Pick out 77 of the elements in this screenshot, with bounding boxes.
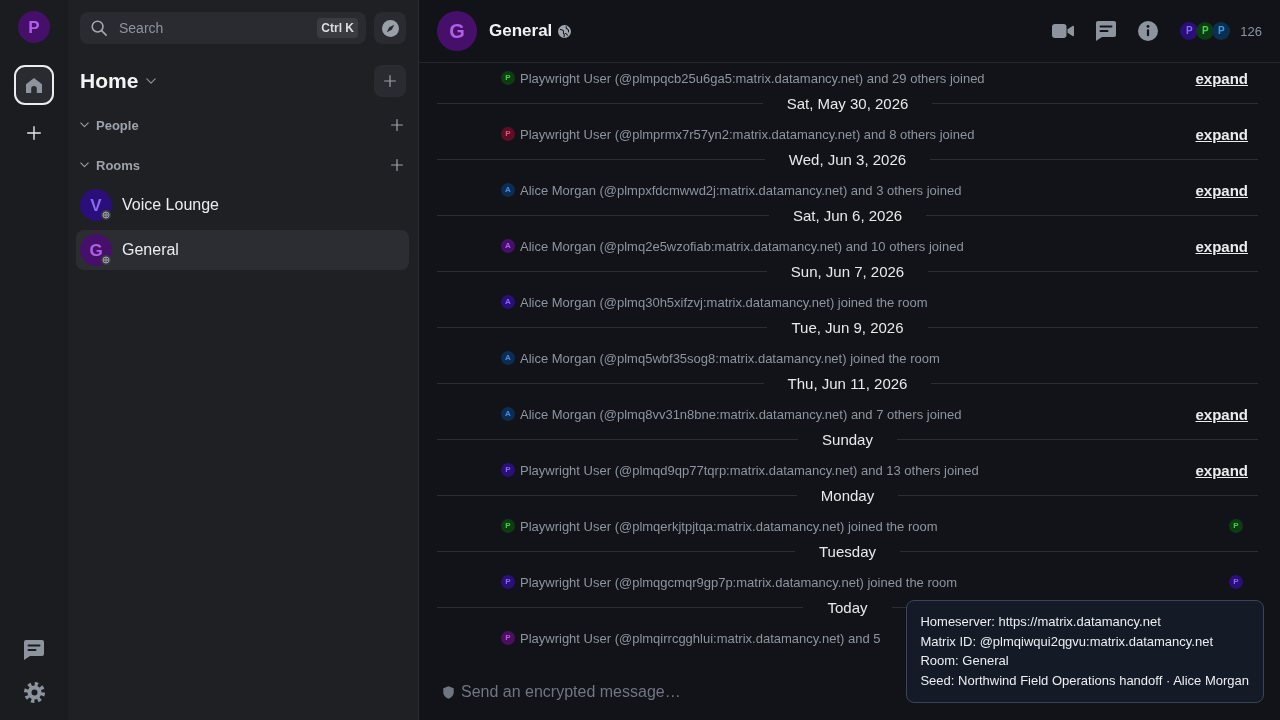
room-item[interactable]: V Voice Lounge xyxy=(76,185,409,225)
read-receipt-avatar: P xyxy=(1229,519,1243,533)
user-avatar: P xyxy=(501,575,515,589)
member-list-button[interactable]: P P P 126 xyxy=(1180,22,1262,40)
member-avatar: P xyxy=(1180,22,1199,40)
user-avatar: A xyxy=(501,183,515,197)
plus-icon xyxy=(384,75,396,87)
expand-link[interactable]: expand xyxy=(1195,125,1248,143)
add-button[interactable] xyxy=(374,65,406,97)
user-avatar: A xyxy=(501,239,515,253)
event-text: Playwright User (@plmprmx7r57yn2:matrix.datamancy.net) and 8 others joined xyxy=(520,126,975,142)
read-receipt-avatar: P xyxy=(1229,575,1243,589)
tooltip-text: Room: General xyxy=(920,652,1010,670)
user-avatar: P xyxy=(501,71,515,85)
section-header[interactable]: Rooms xyxy=(80,157,141,173)
video-call-icon[interactable] xyxy=(1052,24,1075,38)
event-text: Playwright User (@plmqd9qp77tqrp:matrix.datamancy.net) and 13 others joined xyxy=(520,462,979,478)
event-text: Playwright User (@plmpqcb25u6ga5:matrix.datamancy.net) and 29 others joined xyxy=(520,70,985,86)
expand-link[interactable]: expand xyxy=(1195,237,1248,255)
room-item[interactable]: G General xyxy=(76,230,409,270)
date-separator: Today xyxy=(826,598,869,616)
room-name: General xyxy=(489,21,553,41)
expand-link[interactable]: expand xyxy=(1195,69,1248,87)
home-menu-button[interactable]: Home xyxy=(80,69,157,93)
tooltip-text: Matrix ID: @plmqiwqui2qgvu:matrix.datamancy.net xyxy=(920,632,1214,651)
event-text: Alice Morgan (@plmq5wbf35sog8:matrix.datamancy.net) joined the room xyxy=(520,350,940,366)
explore-button[interactable] xyxy=(374,12,406,44)
user-avatar: P xyxy=(501,127,515,141)
threads-icon[interactable] xyxy=(1096,21,1117,41)
user-avatar: A xyxy=(501,351,515,365)
event-text: Playwright User (@plmqerkjtpjtqa:matrix.datamancy.net) joined the room xyxy=(520,518,938,534)
room-avatar[interactable]: G xyxy=(437,11,477,51)
chat-icon[interactable] xyxy=(24,640,44,660)
home-button[interactable] xyxy=(14,65,54,105)
date-separator: Sun, Jun 7, 2026 xyxy=(789,262,906,280)
user-avatar: A xyxy=(501,295,515,309)
member-avatar: P xyxy=(1212,22,1231,40)
tooltip-text: Seed: Northwind Field Operations handoff · Alice Morgan xyxy=(920,671,1249,690)
plus-icon[interactable] xyxy=(391,119,403,131)
date-separator: Sat, Jun 6, 2026 xyxy=(791,206,904,224)
event-text: Playwright User (@plmqgcmqr9gp7p:matrix.datamancy.net) joined the room xyxy=(520,574,958,590)
date-separator: Thu, Jun 11, 2026 xyxy=(786,374,909,392)
event-text: Alice Morgan (@plmq30h5xifzvj:matrix.datamancy.net) joined the room xyxy=(520,294,928,310)
account-avatar[interactable]: P xyxy=(18,11,50,43)
message-field[interactable]: Send an encrypted message… xyxy=(461,680,888,704)
expand-link[interactable]: expand xyxy=(1195,461,1248,479)
date-separator: Wed, Jun 3, 2026 xyxy=(787,150,908,168)
chevron-down-icon xyxy=(146,77,157,85)
user-avatar: P xyxy=(501,519,515,533)
room-avatar: G xyxy=(80,234,112,266)
event-text: Alice Morgan (@plmq2e5wzofiab:matrix.datamancy.net) and 10 others joined xyxy=(520,238,964,254)
room-avatar: V xyxy=(80,189,112,221)
info-icon[interactable] xyxy=(1138,21,1159,41)
settings-icon[interactable] xyxy=(23,682,45,703)
shield-icon xyxy=(443,685,454,699)
member-avatar: P xyxy=(1196,22,1215,40)
date-separator: Sunday xyxy=(821,430,874,448)
event-text: Playwright User (@plmqirrcgghlui:matrix.datamancy.net) and 5 xyxy=(520,630,881,646)
user-avatar: P xyxy=(501,631,515,645)
section-header[interactable]: People xyxy=(80,117,139,133)
chevron-icon xyxy=(80,162,89,168)
date-separator: Sat, May 30, 2026 xyxy=(785,94,910,112)
event-text: Alice Morgan (@plmq8vv31n8bne:matrix.datamancy.net) and 7 others joined xyxy=(520,406,962,422)
date-separator: Tuesday xyxy=(818,542,877,560)
event-text: Alice Morgan (@plmpxfdcmwwd2j:matrix.datamancy.net) and 3 others joined xyxy=(520,182,962,198)
expand-link[interactable]: expand xyxy=(1195,181,1248,199)
shortcut-hint: Ctrl K xyxy=(317,18,358,38)
compass-icon xyxy=(381,19,399,37)
user-avatar: P xyxy=(501,463,515,477)
date-separator: Tue, Jun 9, 2026 xyxy=(790,318,905,336)
tooltip-text: Homeserver: https://matrix.datamancy.net xyxy=(920,613,1162,631)
expand-link[interactable]: expand xyxy=(1195,405,1248,423)
plus-icon[interactable] xyxy=(391,159,403,171)
home-icon xyxy=(26,77,42,93)
user-avatar: A xyxy=(501,407,515,421)
date-separator: Monday xyxy=(819,486,876,504)
chevron-icon xyxy=(80,122,89,128)
